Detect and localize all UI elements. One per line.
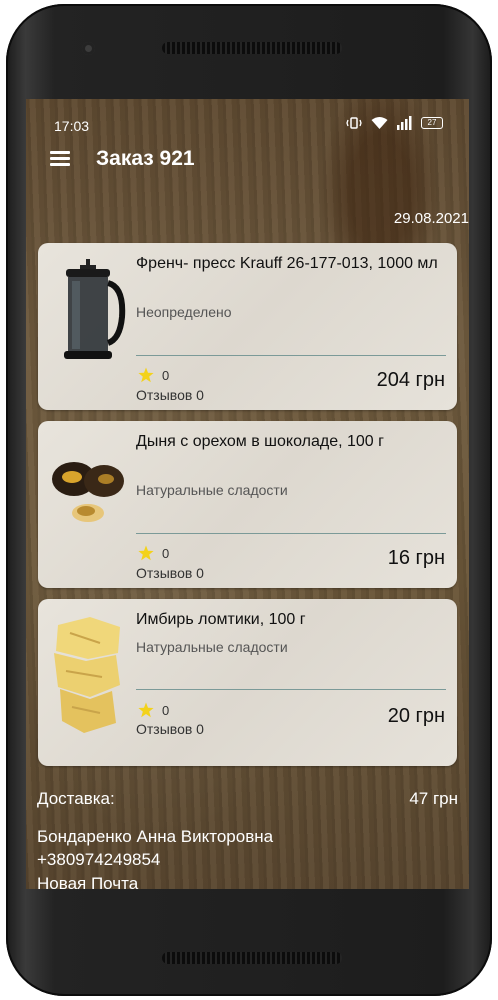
wifi-icon <box>371 117 388 129</box>
item-name: Имбирь ломтики, 100 г <box>136 611 306 628</box>
vibrate-icon <box>346 117 362 129</box>
item-category: Натуральные сладости <box>136 639 288 655</box>
signal-icon <box>397 116 412 130</box>
star-icon <box>138 367 154 383</box>
item-price: 204 грн <box>376 369 445 391</box>
delivery-label: Доставка: <box>37 789 115 808</box>
item-divider <box>136 533 446 534</box>
app-screen: 17:03 27 Заказ 921 29.08.2021 Френч- пре… <box>26 99 469 889</box>
item-category: Натуральные сладости <box>136 482 288 498</box>
item-reviews: Отзывов 0 <box>136 565 204 581</box>
item-category: Неопределено <box>136 304 232 320</box>
item-price: 16 грн <box>387 547 445 569</box>
ginger-slices-image <box>54 617 120 733</box>
star-icon <box>138 702 154 718</box>
star-icon <box>138 545 154 561</box>
top-speaker <box>162 42 342 54</box>
item-reviews: Отзывов 0 <box>136 721 204 737</box>
french-press-image <box>64 259 126 359</box>
recipient-name: Бондаренко Анна Викторовна <box>37 827 274 846</box>
order-item-card[interactable]: Френч- пресс Krauff 26-177-013, 1000 мл … <box>38 243 457 410</box>
delivery-service: Новая Почта <box>37 874 139 889</box>
toolbar: Заказ 921 <box>26 143 469 179</box>
item-name: Френч- пресс Krauff 26-177-013, 1000 мл <box>136 255 438 272</box>
item-price: 20 грн <box>387 705 445 727</box>
recipient-phone: +380974249854 <box>37 850 161 869</box>
item-reviews: Отзывов 0 <box>136 387 204 403</box>
status-time: 17:03 <box>54 118 90 134</box>
status-bar: 17:03 27 <box>26 99 469 143</box>
order-date: 29.08.2021 <box>393 210 469 227</box>
order-item-card[interactable]: Имбирь ломтики, 100 г Натуральные сладос… <box>38 599 457 766</box>
front-camera <box>82 42 95 55</box>
item-divider <box>136 689 446 690</box>
item-rating: 0 <box>162 546 170 561</box>
delivery-price: 47 грн <box>409 789 458 808</box>
status-icons: 27 <box>346 116 443 130</box>
order-item-card[interactable]: Дыня с орехом в шоколаде, 100 г Натураль… <box>38 421 457 588</box>
page-title: Заказ 921 <box>96 147 195 170</box>
item-rating: 0 <box>162 703 170 718</box>
item-rating: 0 <box>162 368 170 383</box>
hamburger-menu-icon[interactable] <box>50 151 70 167</box>
item-name: Дыня с орехом в шоколаде, 100 г <box>136 433 384 450</box>
battery-icon: 27 <box>421 117 443 129</box>
bottom-speaker <box>162 952 342 964</box>
melon-chocolate-image <box>52 462 124 522</box>
item-divider <box>136 355 446 356</box>
